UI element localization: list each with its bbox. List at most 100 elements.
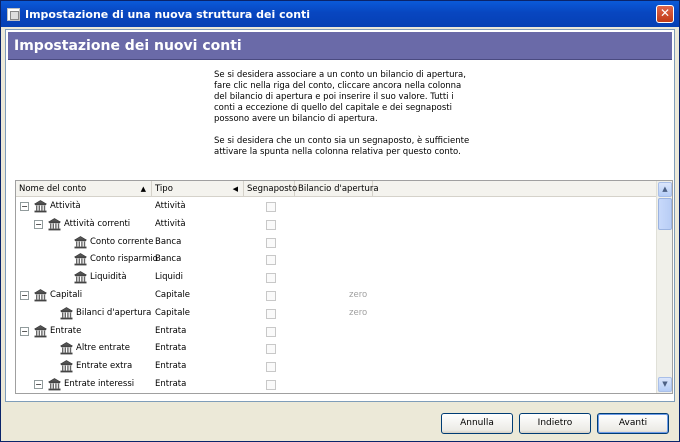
sort-left-icon: ◀ <box>232 185 238 193</box>
placeholder-checkbox[interactable] <box>266 362 276 373</box>
scroll-up-button[interactable]: ▲ <box>658 182 672 197</box>
column-header-bilancio[interactable]: Bilancio d'apertura <box>295 181 379 197</box>
table-row[interactable]: − Attività Attività <box>16 198 656 216</box>
bank-icon <box>59 360 74 373</box>
column-header-segnaposto[interactable]: Segnaposto <box>244 181 298 197</box>
collapse-toggle-icon[interactable]: − <box>34 219 43 229</box>
instructions: Se si desidera associare a un conto un b… <box>214 70 474 169</box>
placeholder-checkbox[interactable] <box>266 326 276 337</box>
table-row[interactable]: − Attività correnti Attività <box>16 216 656 234</box>
section-header: Impostazione dei nuovi conti <box>8 32 672 60</box>
dialog-window: Impostazione di una nuova struttura dei … <box>0 0 680 442</box>
account-name-cell[interactable]: Bilanci d'apertura <box>16 305 152 323</box>
content-panel: Impostazione dei nuovi conti Se si desid… <box>5 29 675 402</box>
account-name-cell[interactable]: Liquidità <box>16 269 149 287</box>
bank-icon <box>59 306 74 320</box>
placeholder-checkbox[interactable] <box>266 255 276 266</box>
table-row[interactable]: Altre entrate Entrata <box>16 340 656 358</box>
account-type-cell[interactable]: Attività <box>152 198 242 216</box>
bank-icon <box>73 235 88 249</box>
forward-button[interactable]: Avanti <box>597 413 669 434</box>
back-button[interactable]: Indietro <box>519 413 591 434</box>
account-name-cell[interactable]: − Attività correnti <box>16 216 149 234</box>
account-name-cell[interactable]: − Attività <box>16 198 149 216</box>
bank-icon <box>47 217 62 231</box>
table-row[interactable]: Conto risparmio Banca <box>16 251 656 269</box>
account-name: Entrate interessi <box>64 378 135 389</box>
placeholder-checkbox[interactable] <box>266 273 276 284</box>
account-tree-grid[interactable]: Nome del conto ▲ Tipo ◀ Segnaposto Bilan… <box>15 180 673 394</box>
account-type-cell[interactable]: Capitale <box>152 305 242 323</box>
column-header-bilancio-label: Bilancio d'apertura <box>298 184 379 194</box>
column-header-name[interactable]: Nome del conto ▲ <box>16 181 152 197</box>
account-name-cell[interactable]: Conto corrente <box>16 234 153 252</box>
bank-icon <box>73 253 88 266</box>
close-button[interactable]: ✕ <box>656 5 674 23</box>
table-row[interactable]: Conto corrente Banca <box>16 234 656 252</box>
bank-icon <box>33 324 48 338</box>
placeholder-checkbox[interactable] <box>266 237 276 248</box>
bank-icon <box>47 378 62 391</box>
collapse-toggle-icon[interactable]: − <box>20 290 29 300</box>
placeholder-checkbox[interactable] <box>266 202 276 212</box>
bank-icon <box>73 271 88 284</box>
account-name: Entrate extra <box>76 361 133 372</box>
page-title: Impostazione dei nuovi conti <box>14 37 242 54</box>
account-name: Entrate <box>50 325 82 336</box>
account-type-cell[interactable]: Capitale <box>152 287 242 305</box>
grid-header: Nome del conto ▲ Tipo ◀ Segnaposto Bilan… <box>16 181 656 197</box>
account-name-cell[interactable]: − Capitali <box>16 287 149 305</box>
table-row[interactable]: − Entrate Entrata <box>16 323 656 341</box>
account-name: Capitali <box>50 289 83 300</box>
account-name-cell[interactable]: − Entrate interessi <box>16 376 149 393</box>
account-type-cell[interactable]: Entrata <box>152 340 242 358</box>
sort-ascending-icon: ▲ <box>140 185 146 193</box>
bank-icon <box>59 342 74 355</box>
column-header-name-label: Nome del conto <box>19 184 87 194</box>
column-header-segnaposto-label: Segnaposto <box>247 184 298 194</box>
bank-icon <box>33 289 48 302</box>
placeholder-checkbox[interactable] <box>266 290 276 301</box>
table-row[interactable]: Entrate extra Entrata <box>16 358 656 376</box>
account-type-cell[interactable]: Banca <box>152 234 242 252</box>
account-type-cell[interactable]: Entrata <box>152 376 242 393</box>
account-type-cell[interactable]: Entrata <box>152 358 242 376</box>
account-type-cell[interactable]: Attività <box>152 216 242 234</box>
collapse-toggle-icon[interactable]: − <box>20 326 29 336</box>
vertical-scrollbar[interactable]: ▲ ▼ <box>656 181 672 393</box>
table-row[interactable]: − Entrate interessi Entrata <box>16 376 656 393</box>
account-name-cell[interactable]: − Entrate <box>16 323 149 341</box>
collapse-toggle-icon[interactable]: − <box>34 379 43 389</box>
collapse-toggle-icon[interactable]: − <box>20 202 29 211</box>
account-name: Conto risparmio <box>90 254 158 265</box>
account-name: Altre entrate <box>76 343 130 354</box>
placeholder-checkbox[interactable] <box>266 308 276 319</box>
account-name-cell[interactable]: Altre entrate <box>16 340 149 358</box>
placeholder-checkbox[interactable] <box>266 344 276 355</box>
account-name-cell[interactable]: Conto risparmio <box>16 251 158 269</box>
grid-rows: − Attività Attività − Attività correnti Attiv… <box>16 198 656 393</box>
account-name: Attività <box>50 201 81 211</box>
account-type-cell[interactable]: Liquidi <box>152 269 242 287</box>
account-type-cell[interactable]: Entrata <box>152 323 242 341</box>
opening-balance-cell[interactable]: zero <box>349 305 367 323</box>
account-name: Bilanci d'apertura <box>76 307 152 318</box>
scroll-down-button[interactable]: ▼ <box>658 377 672 392</box>
opening-balance-cell[interactable]: zero <box>349 287 367 305</box>
table-row[interactable]: − Capitali Capitale zero <box>16 287 656 305</box>
column-header-tipo-label: Tipo <box>155 184 173 194</box>
placeholder-checkbox[interactable] <box>266 379 276 390</box>
account-name-cell[interactable]: Entrate extra <box>16 358 149 376</box>
title-bar: Impostazione di una nuova struttura dei … <box>1 1 679 27</box>
column-header-tipo[interactable]: Tipo ◀ <box>152 181 244 197</box>
scroll-thumb[interactable] <box>658 198 672 230</box>
table-row[interactable]: Liquidità Liquidi <box>16 269 656 287</box>
account-type-cell[interactable]: Banca <box>152 251 242 269</box>
cancel-button[interactable]: Annulla <box>441 413 513 434</box>
instructions-paragraph-1: Se si desidera associare a un conto un b… <box>214 70 466 124</box>
table-row[interactable]: Bilanci d'apertura Capitale zero <box>16 305 656 323</box>
account-name: Liquidità <box>90 272 127 283</box>
app-icon <box>7 7 20 21</box>
placeholder-checkbox[interactable] <box>266 219 276 230</box>
account-name: Attività correnti <box>64 218 131 229</box>
